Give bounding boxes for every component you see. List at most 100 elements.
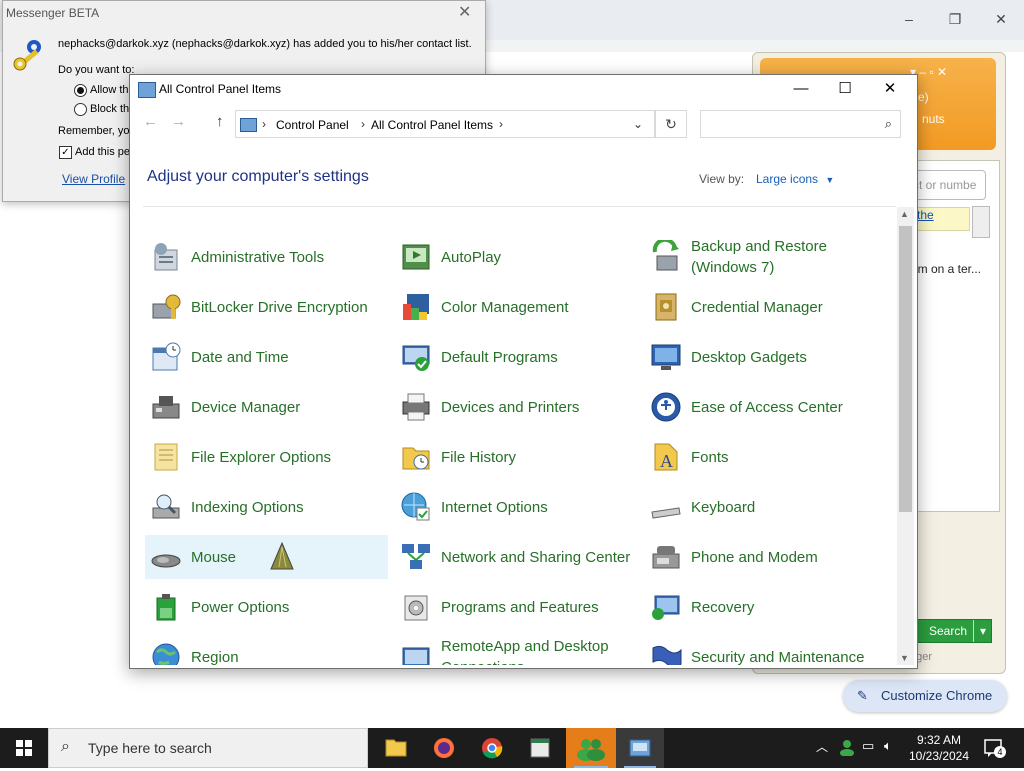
item-label: Indexing Options	[191, 498, 304, 516]
item-region[interactable]: Region	[145, 635, 388, 665]
item-administrative-tools[interactable]: Administrative Tools	[145, 235, 388, 279]
item-remoteapp[interactable]: RemoteApp and Desktop Connections	[395, 635, 638, 665]
chrome-close-button[interactable]: ✕	[986, 11, 1016, 28]
item-power-options[interactable]: Power Options	[145, 585, 388, 629]
device-manager-icon	[149, 390, 183, 424]
item-file-explorer-options[interactable]: File Explorer Options	[145, 435, 388, 479]
control-panel-small-icon	[240, 118, 257, 132]
chrome-icon[interactable]	[468, 728, 516, 768]
scroll-up-arrow-icon[interactable]: ▲	[900, 209, 909, 219]
item-mouse[interactable]: Mouse	[145, 535, 388, 579]
item-label: File Explorer Options	[191, 448, 332, 466]
item-programs-features[interactable]: Programs and Features	[395, 585, 638, 629]
allow-radio[interactable]	[74, 84, 87, 97]
notepad-app-icon[interactable]	[516, 728, 564, 768]
back-arrow-icon[interactable]: ←	[143, 113, 158, 130]
item-internet-options[interactable]: Internet Options	[395, 485, 638, 529]
item-label: Credential Manager	[691, 298, 823, 316]
item-indexing-options[interactable]: Indexing Options	[145, 485, 388, 529]
item-label: Internet Options	[441, 498, 548, 516]
refresh-icon[interactable]: ↻	[655, 110, 687, 138]
messenger-notice-scrollbar[interactable]	[972, 206, 990, 238]
view-by-value: Large icons	[756, 172, 819, 186]
item-devices-printers[interactable]: Devices and Printers	[395, 385, 638, 429]
view-by-dropdown[interactable]: Large icons ▼	[756, 172, 834, 186]
notification-center-icon[interactable]: 4	[982, 736, 1006, 760]
chevron-down-icon[interactable]: ⌄	[633, 117, 643, 131]
search-input[interactable]: ⌕	[700, 110, 901, 138]
file-explorer-icon[interactable]	[372, 728, 420, 768]
clock-time[interactable]: 9:32 AM	[903, 733, 975, 748]
view-profile-link[interactable]: View Profile	[62, 172, 125, 186]
chevron-up-icon[interactable]: ︿	[816, 738, 828, 755]
close-button[interactable]: ✕	[872, 78, 908, 100]
window-title: All Control Panel Items	[159, 82, 282, 96]
breadcrumb-control-panel[interactable]: Control Panel	[276, 118, 349, 132]
desktop-gadgets-icon	[649, 340, 683, 374]
network-icon[interactable]: ▭	[862, 738, 874, 754]
messenger-icon[interactable]	[566, 728, 616, 768]
item-file-history[interactable]: File History	[395, 435, 638, 479]
add-contact-checkbox[interactable]: ✓	[59, 146, 72, 159]
block-label: Block thi	[90, 103, 132, 115]
mouse-icon	[149, 540, 183, 574]
item-bitlocker[interactable]: BitLocker Drive Encryption	[145, 285, 388, 329]
address-bar[interactable]: › Control Panel › All Control Panel Item…	[235, 110, 655, 138]
item-keyboard[interactable]: Keyboard	[645, 485, 888, 529]
remoteapp-icon	[399, 640, 433, 665]
chrome-minimize-button[interactable]: –	[894, 11, 924, 27]
close-icon[interactable]: ✕	[458, 2, 471, 22]
item-fonts[interactable]: A Fonts	[645, 435, 888, 479]
chevron-right-icon[interactable]: ›	[361, 117, 365, 131]
control-panel-icon[interactable]	[616, 728, 664, 768]
item-ease-of-access[interactable]: Ease of Access Center	[645, 385, 888, 429]
item-date-time[interactable]: Date and Time	[145, 335, 388, 379]
chevron-right-icon[interactable]: ›	[499, 117, 503, 131]
item-label: Backup and Restore (Windows 7)	[691, 238, 827, 276]
breadcrumb-all-items[interactable]: All Control Panel Items	[371, 118, 493, 132]
key-people-icon	[12, 38, 48, 72]
item-default-programs[interactable]: Default Programs	[395, 335, 638, 379]
item-label: RemoteApp and Desktop Connections	[441, 638, 609, 665]
item-label: Security and Maintenance	[691, 648, 865, 666]
internet-options-icon	[399, 490, 433, 524]
block-radio[interactable]	[74, 103, 87, 116]
messenger-search-button[interactable]: Search ▾	[914, 619, 992, 643]
maximize-button[interactable]: ☐	[827, 78, 863, 100]
item-autoplay[interactable]: AutoPlay	[395, 235, 638, 279]
forward-arrow-icon[interactable]: →	[171, 113, 186, 130]
color-management-icon	[399, 290, 433, 324]
scrollbar-thumb[interactable]	[899, 226, 912, 512]
pencil-icon: ✎	[857, 688, 868, 703]
volume-icon[interactable]: 🔈︎	[884, 738, 892, 754]
item-network-sharing[interactable]: Network and Sharing Center	[395, 535, 638, 579]
item-device-manager[interactable]: Device Manager	[145, 385, 388, 429]
item-recovery[interactable]: Recovery	[645, 585, 888, 629]
messenger-message-preview: I'm on a ter...	[912, 262, 981, 276]
item-color-management[interactable]: Color Management	[395, 285, 638, 329]
messenger-tray-icon[interactable]	[838, 738, 856, 757]
item-credential-manager[interactable]: Credential Manager	[645, 285, 888, 329]
item-desktop-gadgets[interactable]: Desktop Gadgets	[645, 335, 888, 379]
customize-chrome-button[interactable]: ✎ Customize Chrome	[843, 680, 1007, 712]
clock-date[interactable]: 10/23/2024	[903, 749, 975, 763]
chevron-down-icon[interactable]: ▾	[973, 620, 992, 642]
up-arrow-icon[interactable]: ↑	[216, 113, 224, 130]
phone-modem-icon	[649, 540, 683, 574]
item-backup-restore[interactable]: Backup and Restore (Windows 7)	[645, 235, 888, 279]
item-phone-modem[interactable]: Phone and Modem	[645, 535, 888, 579]
view-by-label: View by:	[699, 172, 745, 186]
item-security-maintenance[interactable]: Security and Maintenance	[645, 635, 888, 665]
firefox-icon[interactable]	[420, 728, 468, 768]
messenger-notice-link[interactable]: the	[912, 207, 970, 231]
item-label: Keyboard	[691, 498, 756, 516]
item-label: AutoPlay	[441, 248, 502, 266]
chrome-maximize-button[interactable]: ❐	[940, 11, 970, 28]
scroll-down-arrow-icon[interactable]: ▼	[900, 653, 909, 663]
search-icon: ⌕	[61, 738, 70, 755]
windows-start-icon[interactable]	[0, 728, 48, 768]
messenger-search-input[interactable]: ct or numbe	[912, 170, 986, 200]
bitlocker-icon	[149, 290, 183, 324]
minimize-button[interactable]: —	[783, 78, 819, 100]
power-options-icon	[149, 590, 183, 624]
